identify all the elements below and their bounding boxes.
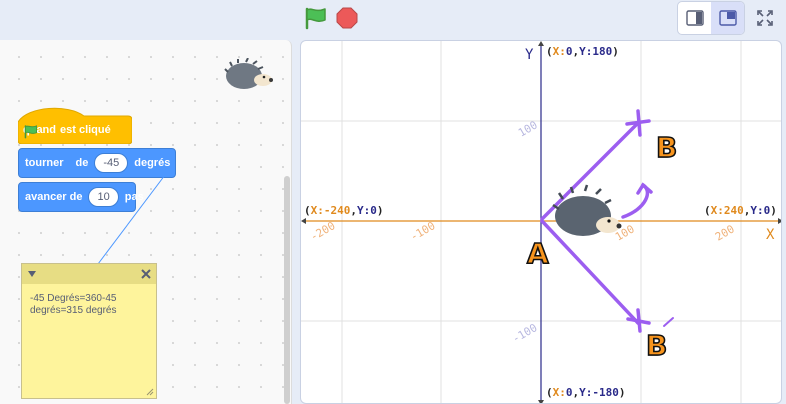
- fullscreen-button[interactable]: [748, 1, 782, 35]
- top-bar: [0, 0, 786, 38]
- large-stage-icon: [718, 10, 737, 26]
- prime-mark: [663, 317, 674, 327]
- y-axis-name: Y: [525, 47, 534, 63]
- label-a: A: [527, 237, 549, 270]
- comment-text[interactable]: -45 Degrés=360-45 degrés=315 degrés: [22, 284, 156, 326]
- green-flag-icon: [305, 7, 326, 30]
- y-axis-top-arrow: [538, 41, 544, 46]
- comment-note[interactable]: -45 Degrés=360-45 degrés=315 degrés: [21, 263, 157, 399]
- label-b-lower: B: [646, 329, 667, 362]
- comment-header: [22, 264, 156, 284]
- resize-handle-icon[interactable]: [146, 388, 154, 396]
- stop-icon: [336, 7, 358, 29]
- code-area[interactable]: quand est cliqué tourner de -45 degrés a…: [0, 40, 292, 404]
- fullscreen-icon: [757, 10, 773, 26]
- tick-x-minus-100: -100: [408, 219, 437, 244]
- y-axis-bottom-arrow: [538, 400, 544, 403]
- collapse-triangle-icon[interactable]: [27, 270, 37, 278]
- comment-line-1: -45 Degrés=360-45: [30, 293, 117, 304]
- coord-left: (X:-240,Y:0): [304, 204, 384, 217]
- tick-x-200: 200: [713, 222, 737, 243]
- large-stage-button[interactable]: [711, 2, 744, 34]
- coord-bottom: (X:0,Y:-180): [546, 386, 626, 399]
- code-area-scrollbar[interactable]: [284, 176, 290, 404]
- tick-y-100: 100: [516, 118, 540, 139]
- coord-top: (X:0,Y:180): [546, 45, 619, 58]
- small-stage-button[interactable]: [678, 2, 711, 34]
- stage[interactable]: Y X (X:0,Y:180) (X:0,Y:-180) (X:-240,Y:0…: [300, 40, 782, 404]
- green-flag-button[interactable]: [303, 6, 329, 30]
- close-icon[interactable]: [141, 269, 151, 279]
- tick-y-minus-100: -100: [510, 321, 539, 346]
- x-axis-name: X: [766, 227, 775, 243]
- hedgehog-sprite-icon[interactable]: [552, 184, 622, 236]
- tick-x-minus-200: -200: [308, 219, 337, 244]
- stage-canvas: Y X (X:0,Y:180) (X:0,Y:-180) (X:-240,Y:0…: [301, 41, 781, 403]
- stop-button[interactable]: [336, 7, 358, 29]
- x-axis-left-arrow: [301, 218, 306, 224]
- coord-right: (X:240,Y:0): [704, 204, 777, 217]
- comment-line-2: degrés=315 degrés: [30, 305, 117, 316]
- stage-size-toggle: [677, 1, 745, 35]
- x-axis-right-arrow: [778, 218, 781, 224]
- small-stage-icon: [685, 10, 704, 26]
- label-b-upper: B: [656, 131, 677, 164]
